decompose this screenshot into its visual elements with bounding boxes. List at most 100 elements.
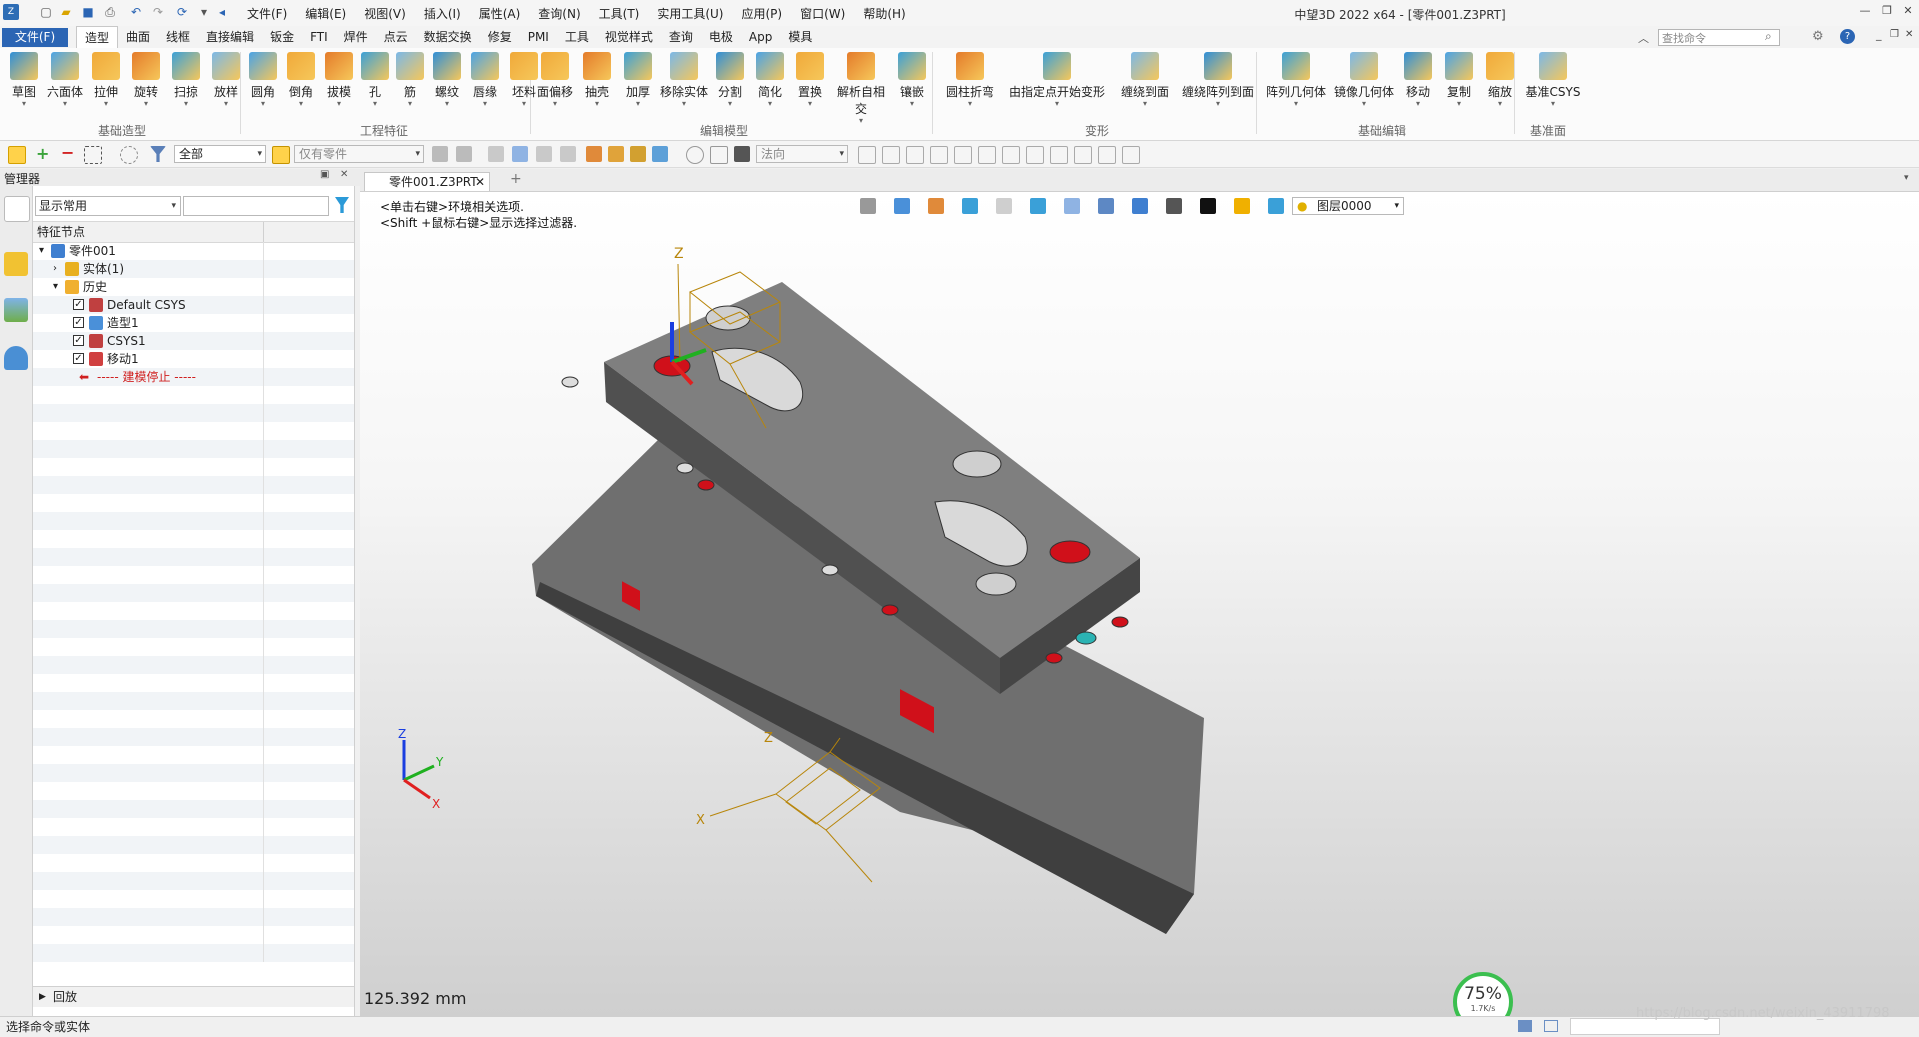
pick-arrow-icon[interactable] [8,146,26,164]
smart-pick-icon[interactable] [272,146,290,164]
ribbon-button-4-1[interactable]: 镜像几何体 ▾ [1332,52,1396,108]
rotate-icon[interactable] [686,146,704,164]
refresh-icon[interactable]: ⟳ [174,4,190,20]
close-icon[interactable]: ✕ [340,169,348,180]
filter-option-icon[interactable] [456,146,472,162]
save-icon[interactable]: ■ [80,4,96,20]
ribbon-button-3-3[interactable]: 缠绕阵列到面 ▾ [1180,52,1256,108]
direction-select[interactable]: 法向 ▾ [756,145,848,163]
doc-restore-button[interactable]: ❐ [1890,29,1899,40]
tab-16[interactable]: 模具 [780,26,820,48]
scope-select[interactable]: 仅有零件 ▾ [294,145,424,163]
tab-4[interactable]: 钣金 [262,26,302,48]
display-mode-select[interactable]: 显示常用 ▾ [35,196,181,216]
playback-panel[interactable]: ▶ 回放 [33,986,354,1007]
visibility-checkbox[interactable]: ✓ [73,317,84,328]
tree-filter-input[interactable] [183,196,329,216]
ribbon-button-1-0[interactable]: 圆角 ▾ [246,52,280,108]
undo-icon[interactable]: ↶ [128,4,144,20]
ribbon-button-1-3[interactable]: 孔 ▾ [360,52,390,108]
ribbon-button-4-0[interactable]: 阵列几何体 ▾ [1264,52,1328,108]
snap-icon[interactable] [906,146,924,164]
tab-11[interactable]: 工具 [557,26,597,48]
tab-1[interactable]: 曲面 [118,26,158,48]
snap-icon[interactable] [954,146,972,164]
file-menu-tab[interactable]: 文件(F) [2,28,68,47]
ribbon-button-2-5[interactable]: 简化 ▾ [752,52,788,108]
menu-item[interactable]: 插入(I) [415,5,470,22]
tab-3[interactable]: 直接编辑 [198,26,262,48]
tree-node[interactable]: ✓ CSYS1 [33,332,354,350]
new-file-icon[interactable]: ▢ [38,4,54,20]
ribbon-button-4-3[interactable]: 复制 ▾ [1440,52,1478,108]
align-icon[interactable] [536,146,552,162]
menu-item[interactable]: 帮助(H) [854,5,914,22]
ribbon-button-0-0[interactable]: 草图 ▾ [6,52,42,108]
menu-item[interactable]: 实用工具(U) [648,5,732,22]
gear-icon[interactable]: ⚙ [1812,29,1824,44]
tab-6[interactable]: 焊件 [336,26,376,48]
remove-icon[interactable]: − [61,143,74,162]
snap-icon[interactable] [858,146,876,164]
tab-9[interactable]: 修复 [480,26,520,48]
ribbon-button-2-0[interactable]: 面偏移 ▾ [536,52,574,108]
doc-close-button[interactable]: ✕ [1905,29,1913,40]
ribbon-button-5-0[interactable]: 基准CSYS ▾ [1523,52,1583,108]
ribbon-button-3-1[interactable]: 由指定点开始变形 ▾ [1004,52,1110,108]
tab-document[interactable]: 零件001.Z3PRT ✕ [364,172,490,191]
ribbon-button-2-1[interactable]: 抽壳 ▾ [578,52,616,108]
help-icon[interactable]: ? [1840,29,1855,44]
ribbon-button-4-4[interactable]: 缩放 ▾ [1482,52,1518,108]
tab-12[interactable]: 视觉样式 [597,26,661,48]
tab-14[interactable]: 电极 [701,26,741,48]
menu-item[interactable]: 查询(N) [529,5,589,22]
tab-list-icon[interactable]: ▾ [1904,173,1909,183]
ribbon-button-2-4[interactable]: 分割 ▾ [712,52,748,108]
tab-7[interactable]: 点云 [376,26,416,48]
menu-item[interactable]: 窗口(W) [791,5,854,22]
filter-option-icon[interactable] [432,146,448,162]
visibility-checkbox[interactable]: ✓ [73,353,84,364]
ribbon-button-3-2[interactable]: 缠绕到面 ▾ [1114,52,1176,108]
collapse-ribbon-icon[interactable]: ︿ [1638,30,1649,46]
minimize-button[interactable]: — [1856,4,1874,20]
tree-node[interactable]: › 实体(1) [33,260,354,278]
tree-node[interactable]: ▾ 历史 [33,278,354,296]
tab-10[interactable]: PMI [520,26,557,48]
crop-icon[interactable] [710,146,728,164]
ribbon-button-1-5[interactable]: 螺纹 ▾ [430,52,464,108]
menu-item[interactable]: 编辑(E) [296,5,355,22]
tab-15[interactable]: App [741,26,780,48]
ribbon-button-0-3[interactable]: 旋转 ▾ [128,52,164,108]
expand-icon[interactable]: ▾ [39,242,44,260]
filter-select[interactable]: 全部 ▾ [174,145,266,163]
visibility-checkbox[interactable]: ✓ [73,335,84,346]
tab-2[interactable]: 线框 [158,26,198,48]
stop-icon[interactable] [734,146,750,162]
close-button[interactable]: ✕ [1899,4,1917,20]
ribbon-button-3-0[interactable]: 圆柱折弯 ▾ [940,52,1000,108]
ribbon-button-2-2[interactable]: 加厚 ▾ [620,52,656,108]
close-tab-icon[interactable]: ✕ [475,173,485,192]
align-icon[interactable] [560,146,576,162]
snap-icon[interactable] [1122,146,1140,164]
snap-icon[interactable] [1002,146,1020,164]
redo-icon[interactable]: ↷ [150,4,166,20]
snap-icon[interactable] [1050,146,1068,164]
menu-item[interactable]: 文件(F) [238,5,296,22]
panel-icon[interactable] [1544,1020,1558,1032]
folder-icon[interactable] [608,146,624,162]
tree-node[interactable]: ✓ 移动1 [33,350,354,368]
box-select-icon[interactable] [84,146,102,164]
search-icon[interactable]: ⌕ [1765,29,1772,44]
back-arrow-icon[interactable]: ◂ [214,4,230,20]
pin-icon[interactable]: ▣ [320,169,329,180]
tab-13[interactable]: 查询 [661,26,701,48]
visibility-checkbox[interactable]: ✓ [73,299,84,310]
assembly-manager-icon[interactable] [4,252,28,276]
3d-viewport[interactable]: <单击右键>环境相关选项. <Shift +鼠标右键>显示选择过滤器. ● 图层… [360,192,1919,1016]
menu-item[interactable]: 视图(V) [355,5,415,22]
view-icon[interactable] [652,146,668,162]
expand-icon[interactable]: ▾ [53,278,58,296]
snap-icon[interactable] [978,146,996,164]
